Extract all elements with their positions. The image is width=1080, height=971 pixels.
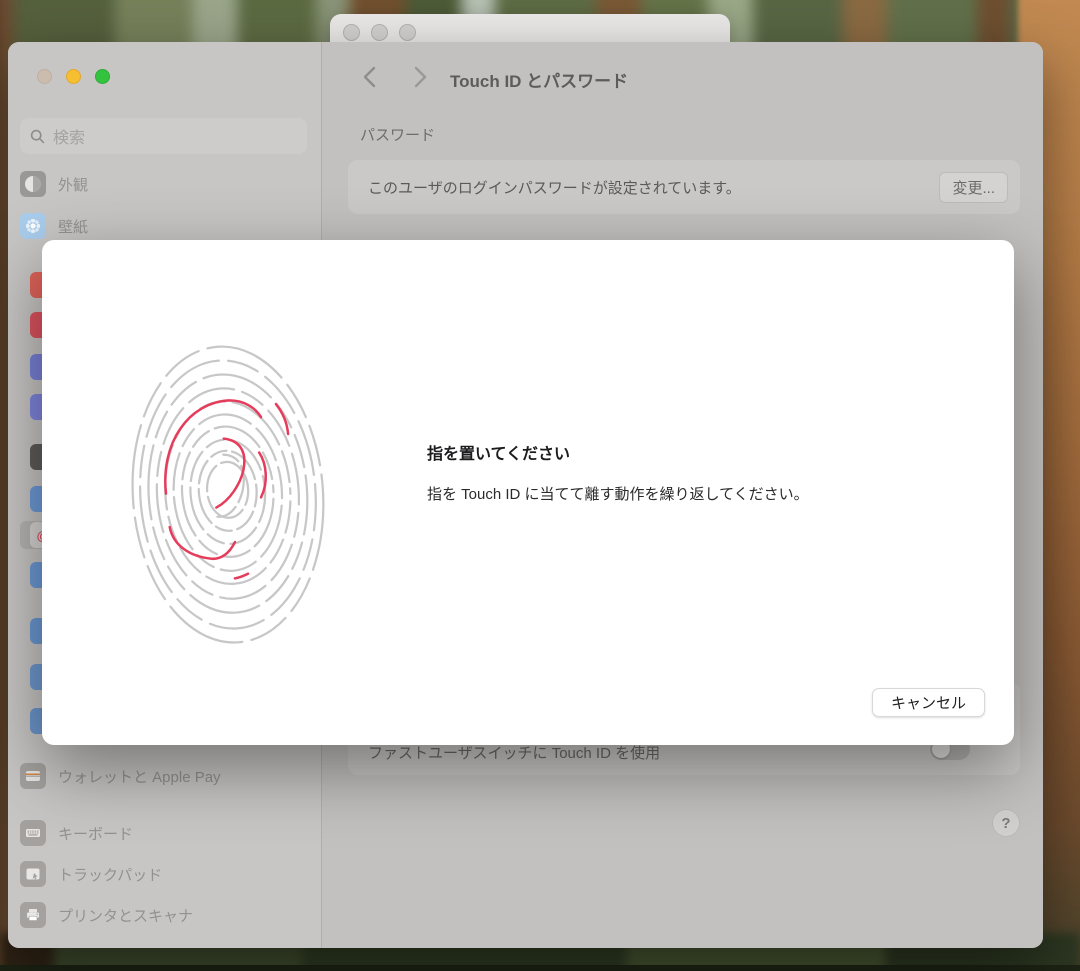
cancel-button[interactable]: キャンセル <box>872 688 985 717</box>
wallpaper-icon <box>20 213 46 239</box>
close-button[interactable] <box>37 69 52 84</box>
sidebar-item-label: ウォレットと Apple Pay <box>58 766 221 787</box>
password-status-text: このユーザのログインパスワードが設定されています。 <box>368 177 741 198</box>
page-title: Touch ID とパスワード <box>450 67 628 92</box>
minimize-button[interactable] <box>66 69 81 84</box>
dialog-title: 指を置いてください <box>427 440 809 464</box>
search-icon <box>30 129 45 144</box>
close-button[interactable] <box>343 24 360 41</box>
search-input[interactable]: 検索 <box>20 118 307 154</box>
zoom-button[interactable] <box>95 69 110 84</box>
keyboard-icon <box>20 820 46 846</box>
forward-button[interactable] <box>407 64 433 90</box>
password-status-card: このユーザのログインパスワードが設定されています。 変更... <box>348 160 1020 214</box>
sidebar-item-label: プリンタとスキャナ <box>58 905 193 926</box>
sidebar-item-label: 外観 <box>58 174 88 195</box>
dialog-subtitle: 指を Touch ID に当てて離す動作を繰り返してください。 <box>427 483 809 504</box>
sidebar-item-label: 壁紙 <box>58 216 88 237</box>
minimize-button[interactable] <box>371 24 388 41</box>
password-section-label: パスワード <box>360 124 435 145</box>
change-password-button[interactable]: 変更... <box>939 172 1008 203</box>
fast-user-switch-label: ファストユーザスイッチに Touch ID を使用 <box>368 742 660 763</box>
search-placeholder: 検索 <box>53 124 85 148</box>
sidebar-item-printers[interactable]: プリンタとスキャナ <box>20 901 310 929</box>
touch-id-enrollment-dialog: 指を置いてください 指を Touch ID に当てて離す動作を繰り返してください… <box>42 240 1014 745</box>
appearance-icon <box>20 171 46 197</box>
sidebar-item-wallpaper[interactable]: 壁紙 <box>20 212 310 240</box>
sidebar-item-label: トラックパッド <box>58 864 162 885</box>
zoom-button[interactable] <box>399 24 416 41</box>
sidebar-item-appearance[interactable]: 外観 <box>20 170 310 198</box>
sidebar-item-keyboard[interactable]: キーボード <box>20 819 310 847</box>
help-button[interactable]: ? <box>993 810 1019 836</box>
sidebar-item-trackpad[interactable]: トラックパッド <box>20 860 310 888</box>
trackpad-icon <box>20 861 46 887</box>
sidebar-item-label: キーボード <box>58 823 133 844</box>
wallet-icon <box>20 763 46 789</box>
sidebar-item-wallet[interactable]: ウォレットと Apple Pay <box>20 762 310 790</box>
back-button[interactable] <box>356 64 382 90</box>
printer-icon <box>20 902 46 928</box>
forest-shadow <box>0 965 1080 971</box>
fingerprint-icon <box>125 314 330 667</box>
